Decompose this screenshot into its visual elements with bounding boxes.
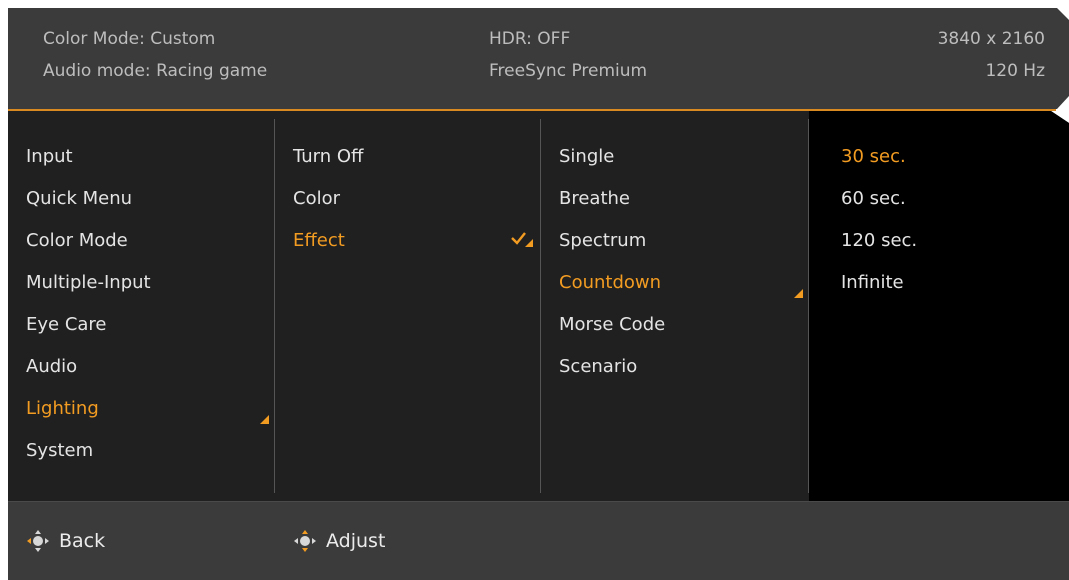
- menu-body: Input Quick Menu Color Mode Multiple-Inp…: [8, 111, 1069, 501]
- effect-item-spectrum[interactable]: Spectrum: [559, 226, 646, 256]
- effect-item-breathe[interactable]: Breathe: [559, 184, 630, 214]
- lighting-submenu-column: Turn Off Color Effect: [275, 111, 540, 501]
- triangle-marker-icon: [260, 415, 269, 424]
- effect-item-scenario[interactable]: Scenario: [559, 352, 637, 382]
- effect-submenu-column: Single Breathe Spectrum Countdown Morse …: [541, 111, 808, 501]
- triangle-marker-icon: [794, 289, 803, 298]
- countdown-option-60-sec[interactable]: 60 sec.: [841, 184, 906, 214]
- joystick-icon: [27, 530, 49, 552]
- resolution-status: 3840 x 2160: [937, 29, 1045, 49]
- header-divider: [8, 109, 1056, 111]
- main-menu-item-eye-care[interactable]: Eye Care: [26, 310, 107, 340]
- joystick-icon: [294, 530, 316, 552]
- countdown-option-30-sec[interactable]: 30 sec.: [841, 142, 906, 172]
- main-menu-item-quick-menu[interactable]: Quick Menu: [26, 184, 132, 214]
- countdown-option-infinite[interactable]: Infinite: [841, 268, 904, 298]
- main-menu-item-color-mode[interactable]: Color Mode: [26, 226, 128, 256]
- adjust-label: Adjust: [326, 530, 386, 552]
- main-menu-item-system[interactable]: System: [26, 436, 93, 466]
- main-menu-item-audio[interactable]: Audio: [26, 352, 77, 382]
- effect-item-morse-code[interactable]: Morse Code: [559, 310, 665, 340]
- lighting-item-effect[interactable]: Effect: [293, 226, 345, 256]
- effect-item-single[interactable]: Single: [559, 142, 614, 172]
- main-menu-item-lighting[interactable]: Lighting: [26, 394, 99, 424]
- lighting-item-turn-off[interactable]: Turn Off: [293, 142, 363, 172]
- freesync-status: FreeSync Premium: [489, 61, 648, 81]
- osd-menu: Color Mode: Custom Audio mode: Racing ga…: [8, 8, 1069, 580]
- back-label: Back: [59, 530, 106, 552]
- audio-mode-status: Audio mode: Racing game: [43, 61, 268, 81]
- status-header: Color Mode: Custom Audio mode: Racing ga…: [8, 8, 1069, 109]
- hdr-status: HDR: OFF: [489, 29, 571, 49]
- main-menu-column: Input Quick Menu Color Mode Multiple-Inp…: [8, 111, 274, 501]
- effect-item-countdown[interactable]: Countdown: [559, 268, 661, 298]
- back-button[interactable]: Back: [26, 526, 105, 556]
- refresh-rate-status: 120 Hz: [985, 61, 1045, 81]
- adjust-button[interactable]: Adjust: [293, 526, 385, 556]
- main-menu-item-input[interactable]: Input: [26, 142, 73, 172]
- control-hint-bar: Back Adjust: [8, 501, 1069, 580]
- checkmark-icon: [511, 232, 533, 247]
- color-mode-status: Color Mode: Custom: [43, 29, 216, 49]
- lighting-item-color[interactable]: Color: [293, 184, 340, 214]
- main-menu-item-multiple-input[interactable]: Multiple-Input: [26, 268, 151, 298]
- countdown-option-120-sec[interactable]: 120 sec.: [841, 226, 917, 256]
- countdown-value-column: 30 sec. 60 sec. 120 sec. Infinite: [809, 111, 1069, 501]
